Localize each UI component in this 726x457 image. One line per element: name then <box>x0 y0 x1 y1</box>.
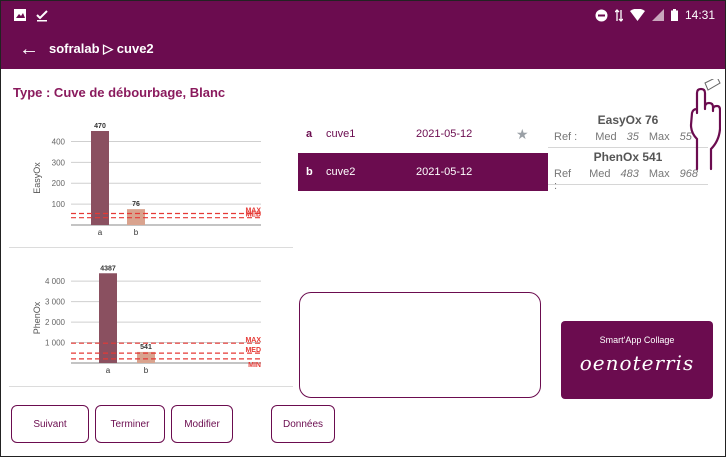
sample-row-b[interactable]: b cuve2 2021-05-12 <box>298 153 548 191</box>
data-arrows-icon <box>614 8 623 22</box>
stat-title: EasyOx 76 <box>597 113 659 127</box>
notes-box[interactable] <box>299 292 541 398</box>
y-axis-label: EasyOx <box>32 162 42 194</box>
threshold-label: MED <box>245 212 261 219</box>
stat-med-label: Med <box>589 168 611 180</box>
image-notification-icon <box>14 9 26 21</box>
next-button[interactable]: Suivant <box>11 405 89 443</box>
threshold-label: MIN <box>248 362 261 369</box>
star-icon[interactable]: ★ <box>516 126 529 143</box>
sample-letter: a <box>306 128 313 140</box>
chart-divider <box>9 247 293 248</box>
download-done-icon <box>36 10 48 22</box>
stat-title: PhenOx 541 <box>593 150 663 164</box>
stat-med-value: 483 <box>620 168 639 180</box>
app-bar-title: sofralab ▷ cuve2 <box>49 41 154 56</box>
stat-ref-label: Ref : <box>554 168 572 192</box>
phenox-stat: PhenOx 541 Ref : Med 483 Max 968 <box>548 148 708 192</box>
easyox-chart: EasyOx100200300400470a76bMAXMED <box>32 123 261 237</box>
y-axis-label: PhenOx <box>32 301 42 334</box>
chart-divider-bottom <box>9 386 293 387</box>
app-bar: ← sofralab ▷ cuve2 <box>1 31 725 69</box>
x-tick-label: b <box>134 228 139 237</box>
stat-max-label: Max <box>648 131 670 143</box>
stat-ref-label: Ref : <box>554 131 578 143</box>
y-tick-label: 1 000 <box>45 339 66 348</box>
brand-panel: Smart'App Collage oenoterris <box>561 321 713 399</box>
sample-letter: b <box>306 166 313 178</box>
easyox-stat: EasyOx 76 Ref : Med 35 Max 55 <box>548 111 708 148</box>
wifi-icon <box>629 9 645 21</box>
threshold-label: MED <box>245 347 261 354</box>
bar-value-label: 470 <box>94 123 106 130</box>
vessel-type-label: Type : Cuve de débourbage, Blanc <box>13 85 226 100</box>
x-tick-label: a <box>98 228 103 237</box>
bar-a <box>91 131 109 225</box>
y-tick-label: 2 000 <box>45 318 66 327</box>
y-tick-label: 100 <box>52 200 66 209</box>
brand-subtitle: Smart'App Collage <box>599 335 675 345</box>
threshold-label: MAX <box>245 337 261 344</box>
stat-med-label: Med <box>595 131 617 143</box>
do-not-disturb-icon <box>595 9 608 21</box>
x-tick-label: b <box>144 366 149 375</box>
pointing-hand-icon[interactable] <box>689 79 721 171</box>
sample-date: 2021-05-12 <box>416 166 473 178</box>
edit-button[interactable]: Modifier <box>171 405 233 443</box>
sample-row-a[interactable]: a cuve1 2021-05-12 ★ <box>298 115 548 153</box>
phenox-chart: PhenOx1 000 2 000 3 000 4 000 4387 a 541 b MAX ME… <box>32 265 261 375</box>
y-tick-label: 400 <box>52 137 66 146</box>
data-button[interactable]: Données <box>271 405 335 443</box>
bar-value-label: 76 <box>132 201 140 208</box>
app-window: 14:31 ← sofralab ▷ cuve2 Type : Cuve de … <box>0 0 726 457</box>
brand-logo: oenoterris <box>579 351 695 375</box>
stat-med-value: 35 <box>626 131 639 143</box>
sample-name: cuve2 <box>326 166 356 178</box>
sample-list: a cuve1 2021-05-12 ★ b cuve2 2021-05-12 <box>298 115 548 191</box>
sample-date: 2021-05-12 <box>416 128 473 140</box>
y-tick-label: 200 <box>52 179 66 188</box>
bar-b <box>127 209 145 225</box>
sample-name: cuve1 <box>326 128 356 140</box>
clock: 14:31 <box>684 8 715 22</box>
back-arrow-icon[interactable]: ← <box>19 39 39 59</box>
bar-value-label: 541 <box>140 344 152 351</box>
y-tick-label: 4 000 <box>45 277 66 286</box>
x-tick-label: a <box>106 366 111 375</box>
y-tick-label: 3 000 <box>45 298 66 307</box>
stat-max-value: 968 <box>679 168 699 180</box>
y-tick-label: 300 <box>52 158 66 167</box>
stat-max-label: Max <box>648 168 670 180</box>
status-bar: 14:31 <box>1 1 725 31</box>
bar-a <box>99 273 117 363</box>
finish-button[interactable]: Terminer <box>95 405 165 443</box>
reference-stats: EasyOx 76 Ref : Med 35 Max 55 PhenOx 541… <box>548 111 708 192</box>
signal-icon <box>651 9 664 21</box>
bar-value-label: 4387 <box>100 265 116 272</box>
battery-icon <box>670 9 678 21</box>
